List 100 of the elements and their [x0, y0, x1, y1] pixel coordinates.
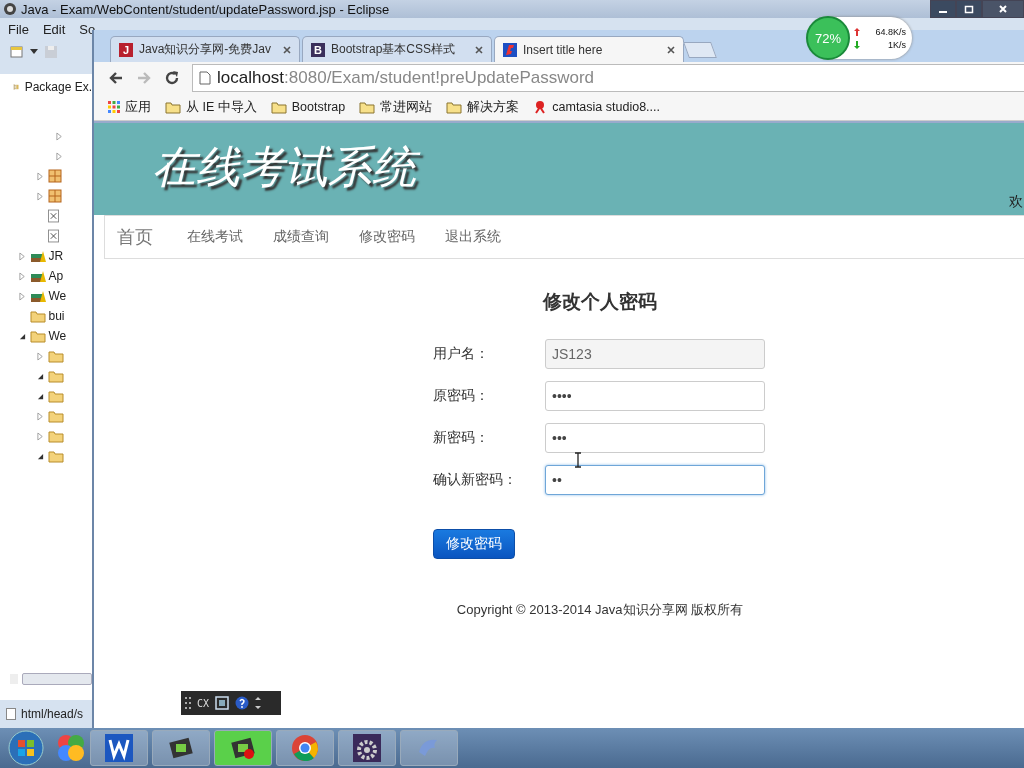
folder-icon: [359, 100, 376, 114]
options-arrows-icon[interactable]: [255, 696, 262, 710]
letter-w-app-icon: [105, 734, 133, 762]
field-label: 确认新密码：: [433, 471, 518, 489]
close-tab-icon[interactable]: [283, 45, 291, 54]
close-tab-icon[interactable]: [475, 45, 483, 54]
document-icon: [6, 708, 16, 720]
text-cursor-icon: [574, 452, 582, 468]
tree-item[interactable]: We: [48, 289, 67, 303]
page-icon: [199, 71, 211, 85]
folder-icon: [48, 369, 64, 383]
bookmark[interactable]: camtasia studio8....: [533, 100, 660, 114]
bookmark[interactable]: 常进网站: [359, 98, 433, 116]
scrollbar-thumb[interactable]: [21, 673, 92, 685]
folder-icon: [270, 100, 287, 114]
tree-item[interactable]: Ap: [48, 269, 64, 283]
taskbar-button[interactable]: [338, 730, 396, 766]
browser-tab[interactable]: Insert title here: [494, 36, 684, 62]
drag-handle-icon[interactable]: [185, 697, 191, 709]
download-arrow-icon: [854, 40, 860, 49]
tree-item[interactable]: We: [48, 329, 67, 343]
close-button[interactable]: [982, 0, 1024, 18]
field-label: 新密码：: [433, 429, 490, 447]
tab-title: Java知识分享网-免费Jav: [139, 41, 273, 58]
apps-grid-icon: [108, 101, 120, 113]
back-icon[interactable]: [108, 70, 124, 86]
folder-icon: [446, 100, 463, 114]
collapse-arrow-icon[interactable]: [18, 332, 26, 340]
status-text: html/head/s: [21, 707, 84, 721]
menu-item[interactable]: Edit: [42, 21, 66, 37]
nav-link[interactable]: 首页: [117, 225, 153, 249]
nav-link[interactable]: 修改密码: [359, 228, 415, 246]
folder-icon: [48, 409, 64, 423]
bookmark[interactable]: 从 IE 中导入: [165, 98, 257, 116]
input-field[interactable]: ••••: [545, 381, 765, 411]
folder-icon: [29, 329, 46, 343]
maximize-button[interactable]: [956, 0, 982, 18]
input-field[interactable]: •••: [545, 423, 765, 453]
nav-link[interactable]: 成绩查询: [273, 228, 329, 246]
folder-icon: [48, 389, 64, 403]
copyright-text: Copyright © 2013-2014 Java知识分享网 版权所有: [456, 601, 744, 619]
package-icon: [48, 189, 62, 203]
close-tab-icon[interactable]: [667, 45, 675, 54]
site-icon: [533, 100, 548, 114]
submit-button[interactable]: 修改密码: [433, 529, 515, 559]
package-explorer-icon: [13, 81, 20, 93]
taskbar-button[interactable]: [214, 730, 272, 766]
upload-arrow-icon: [854, 27, 860, 36]
taskbar-button[interactable]: [90, 730, 148, 766]
gear-app-icon: [353, 734, 381, 762]
download-speed: 1K/s: [888, 39, 906, 50]
input-field[interactable]: ••: [545, 465, 765, 495]
view-tab[interactable]: Package Ex.: [24, 80, 92, 94]
minimize-button[interactable]: [930, 0, 956, 18]
tree-item[interactable]: bui: [48, 309, 65, 323]
collapse-arrow-icon[interactable]: [37, 372, 44, 380]
menu-item[interactable]: File: [8, 21, 29, 37]
browser-tab[interactable]: J Java知识分享网-免费Jav: [110, 36, 300, 62]
eclipse-logo-icon: [3, 2, 17, 16]
site-title: 在线考试系统: [146, 137, 428, 201]
minimize-icon: [939, 11, 947, 13]
folder-icon: [48, 429, 64, 443]
welcome-text: 欢: [1009, 193, 1023, 211]
start-button-icon[interactable]: [8, 730, 44, 766]
upload-speed: 64.8K/s: [875, 26, 906, 37]
folder-icon: [48, 449, 64, 463]
package-icon: [48, 169, 62, 183]
tree-item[interactable]: JR: [48, 249, 64, 263]
ime-mode[interactable]: CX: [197, 697, 210, 709]
bookmark[interactable]: 应用: [108, 98, 151, 116]
collapse-arrow-icon[interactable]: [37, 392, 44, 400]
folder-icon: [48, 349, 64, 363]
address-bar[interactable]: localhost:8080/Exam/student!preUpdatePassword: [192, 64, 1024, 92]
nav-link[interactable]: 在线考试: [187, 228, 243, 246]
colorful-circles-icon[interactable]: [56, 733, 86, 763]
field-label: 原密码：: [433, 387, 490, 405]
field-label: 用户名：: [433, 345, 490, 363]
folder-icon: [165, 100, 181, 114]
bookmark[interactable]: 解决方案: [446, 98, 520, 116]
folder-icon: [29, 309, 46, 323]
form-heading: 修改个人密码: [543, 289, 657, 314]
keyboard-icon[interactable]: [215, 696, 230, 710]
window-title: Java - Exam/WebContent/student/updatePassword.jsp - Eclipse: [21, 1, 390, 17]
tab-title: Insert title here: [523, 42, 604, 57]
taskbar-button[interactable]: [152, 730, 210, 766]
xml-file-icon: [48, 209, 59, 223]
reload-icon[interactable]: [164, 70, 180, 86]
help-icon[interactable]: [235, 696, 250, 710]
nav-link[interactable]: 退出系统: [445, 228, 501, 246]
collapse-arrow-icon[interactable]: [37, 452, 44, 460]
maximize-icon: [964, 4, 974, 14]
bookmark[interactable]: Bootstrap: [270, 100, 346, 114]
site-favicon: B: [311, 42, 325, 57]
xml-file-icon: [48, 229, 59, 243]
browser-app-icon: [291, 734, 319, 762]
tab-title: Bootstrap基本CSS样式: [331, 41, 457, 58]
close-icon: [998, 4, 1008, 14]
browser-tab[interactable]: B Bootstrap基本CSS样式: [302, 36, 492, 62]
site-favicon: J: [119, 42, 133, 57]
dropdown-caret-icon[interactable]: [30, 49, 38, 55]
